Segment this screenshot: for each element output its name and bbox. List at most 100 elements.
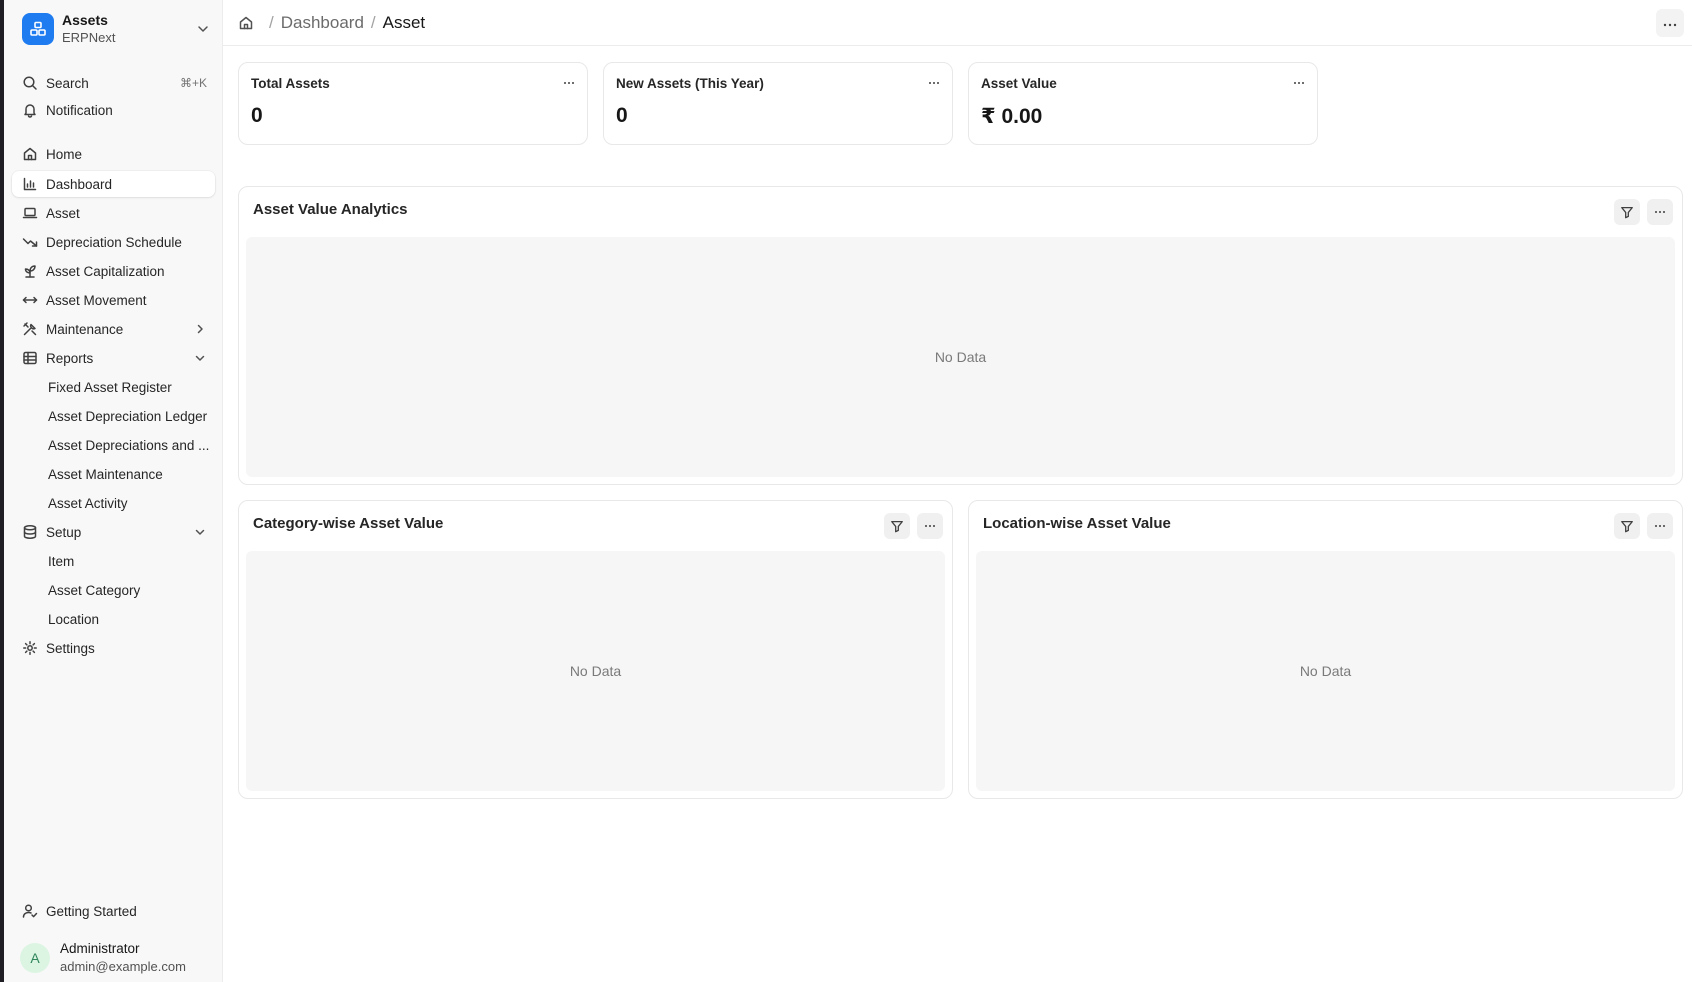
user-menu[interactable]: A Administrator admin@example.com: [16, 937, 215, 979]
sidebar-item-label: Asset: [46, 205, 80, 221]
sidebar-item-label: Asset Depreciation Ledger: [48, 408, 208, 424]
chart-more-button[interactable]: [1647, 199, 1673, 225]
sidebar-item-dashboard[interactable]: Dashboard: [12, 171, 215, 197]
sidebar-item-label: Setup: [46, 524, 82, 540]
main-content: / Dashboard / Asset Total Assets 0 New A…: [223, 0, 1692, 982]
sidebar-item-label: Settings: [46, 640, 95, 656]
more-horizontal-icon[interactable]: [924, 75, 944, 91]
home-icon[interactable]: [238, 15, 254, 31]
sidebar-item-label: Depreciation Schedule: [46, 234, 182, 250]
sidebar-item-asset-capitalization[interactable]: Asset Capitalization: [12, 258, 215, 284]
sidebar: Assets ERPNext Search ⌘+K Notification H…: [4, 0, 223, 982]
no-data-label: No Data: [1299, 663, 1352, 679]
sidebar-item-label: Location: [48, 611, 100, 627]
top-bar: / Dashboard / Asset: [223, 0, 1692, 46]
breadcrumb-separator: /: [370, 12, 376, 32]
sidebar-item-label: Reports: [46, 350, 94, 366]
sidebar-item-asset-depreciations-and-balances[interactable]: Asset Depreciations and ...: [12, 432, 215, 458]
chevron-down-icon: [195, 21, 211, 37]
database-icon: [22, 524, 38, 540]
app-switcher[interactable]: Assets ERPNext: [16, 8, 215, 50]
sidebar-item-label: Item: [48, 553, 75, 569]
more-horizontal-icon: [1663, 14, 1677, 32]
sidebar-item-depreciation-schedule[interactable]: Depreciation Schedule: [12, 229, 215, 255]
more-horizontal-icon[interactable]: [1289, 75, 1309, 91]
chart-filter-button[interactable]: [884, 513, 910, 539]
chart-card-asset-value-analytics: Asset Value Analytics No Data: [238, 186, 1683, 485]
tools-icon: [22, 321, 38, 337]
home-icon: [22, 146, 38, 162]
sidebar-item-location[interactable]: Location: [12, 606, 215, 632]
breadcrumb: / Dashboard / Asset: [238, 13, 425, 33]
more-horizontal-icon: [1655, 525, 1665, 527]
table-icon: [22, 350, 38, 366]
number-card-asset-value: Asset Value ₹ 0.00: [968, 62, 1318, 145]
chart-card-category-wise-asset-value: Category-wise Asset Value No Data: [238, 500, 953, 799]
sidebar-item-home[interactable]: Home: [12, 141, 215, 167]
assets-app-logo-icon: [22, 13, 54, 45]
page-more-button[interactable]: [1656, 9, 1684, 37]
sidebar-item-reports[interactable]: Reports: [12, 345, 215, 371]
no-data-label: No Data: [569, 663, 622, 679]
sidebar-item-maintenance[interactable]: Maintenance: [12, 316, 215, 342]
filter-icon: [891, 520, 903, 533]
chart-more-button[interactable]: [1647, 513, 1673, 539]
chevron-down-icon: [193, 351, 207, 365]
sidebar-item-settings[interactable]: Settings: [12, 635, 215, 661]
number-card-title: Asset Value: [981, 76, 1057, 91]
getting-started-button[interactable]: Getting Started: [12, 898, 215, 924]
sidebar-item-asset[interactable]: Asset: [12, 200, 215, 226]
sidebar-item-asset-depreciation-ledger[interactable]: Asset Depreciation Ledger: [12, 403, 215, 429]
sidebar-item-asset-maintenance[interactable]: Asset Maintenance: [12, 461, 215, 487]
sidebar-item-label: Dashboard: [46, 176, 113, 192]
app-name: Assets: [62, 12, 108, 28]
chart-title: Asset Value Analytics: [253, 201, 408, 218]
breadcrumb-dashboard-link[interactable]: Dashboard: [281, 13, 364, 33]
bell-icon: [22, 102, 38, 118]
sidebar-item-asset-category[interactable]: Asset Category: [12, 577, 215, 603]
breadcrumb-separator: /: [269, 12, 274, 32]
more-horizontal-icon: [925, 525, 935, 527]
sidebar-item-setup[interactable]: Setup: [12, 519, 215, 545]
chevron-right-icon: [193, 322, 207, 336]
trending-down-icon: [22, 234, 38, 250]
search-icon: [22, 75, 38, 91]
chart-filter-button[interactable]: [1614, 199, 1640, 225]
sidebar-item-label: Asset Category: [48, 582, 141, 598]
getting-started-label: Getting Started: [46, 903, 137, 919]
notification-button[interactable]: Notification: [12, 97, 215, 123]
chart-card-location-wise-asset-value: Location-wise Asset Value No Data: [968, 500, 1683, 799]
chart-title: Location-wise Asset Value: [983, 515, 1171, 532]
search-label: Search: [46, 75, 89, 91]
sidebar-item-label: Asset Maintenance: [48, 466, 163, 482]
bar-chart-icon: [22, 176, 38, 192]
number-card-title: Total Assets: [251, 76, 330, 91]
user-email: admin@example.com: [60, 959, 186, 974]
chart-filter-button[interactable]: [1614, 513, 1640, 539]
sidebar-item-asset-movement[interactable]: Asset Movement: [12, 287, 215, 313]
sidebar-item-asset-activity[interactable]: Asset Activity: [12, 490, 215, 516]
filter-icon: [1621, 206, 1633, 219]
search-button[interactable]: Search ⌘+K: [12, 70, 215, 96]
number-card-total-assets: Total Assets 0: [238, 62, 588, 145]
more-horizontal-icon[interactable]: [559, 75, 579, 91]
sidebar-item-item[interactable]: Item: [12, 548, 215, 574]
sidebar-item-label: Fixed Asset Register: [48, 379, 172, 395]
sidebar-item-label: Asset Capitalization: [46, 263, 165, 279]
chart-empty-state: No Data: [976, 551, 1675, 791]
user-name: Administrator: [60, 941, 140, 956]
sidebar-item-label: Home: [46, 146, 83, 162]
sidebar-item-label: Maintenance: [46, 321, 124, 337]
chart-empty-state: No Data: [246, 551, 945, 791]
chart-more-button[interactable]: [917, 513, 943, 539]
no-data-label: No Data: [934, 349, 987, 365]
number-card-title: New Assets (This Year): [616, 76, 764, 91]
app-subtitle: ERPNext: [62, 30, 116, 45]
laptop-icon: [22, 205, 38, 221]
sprout-icon: [22, 263, 38, 279]
number-card-value: 0: [616, 104, 628, 127]
notification-label: Notification: [46, 102, 113, 118]
gear-icon: [22, 640, 38, 656]
page-title: Asset: [382, 12, 426, 32]
sidebar-item-fixed-asset-register[interactable]: Fixed Asset Register: [12, 374, 215, 400]
